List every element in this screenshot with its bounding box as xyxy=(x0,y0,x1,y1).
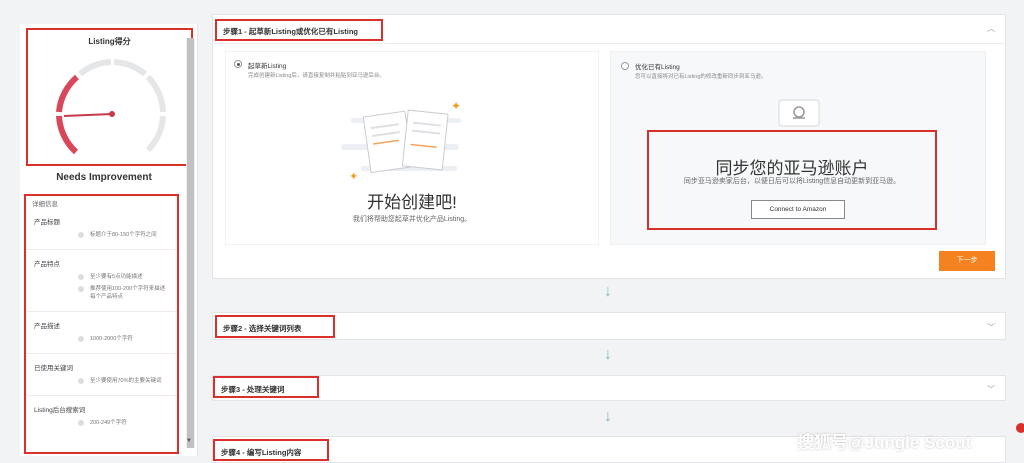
status-dot-icon xyxy=(78,232,84,238)
gauge-segment xyxy=(145,74,166,113)
sidebar-scrollbar-thumb[interactable] xyxy=(187,38,194,448)
arrow-down-icon: ↓ xyxy=(604,408,612,425)
listing-score-sidebar: Listing得分 Needs Improvement 详细信息 产品标题 标题… xyxy=(20,24,198,456)
score-title: Listing得分 xyxy=(88,37,131,46)
step-3-header[interactable]: 步骤3 - 处理关键词 xyxy=(213,376,319,398)
option-new-subtitle: 完成创建新Listing后，请直接复制并粘贴到亚马逊后台。 xyxy=(248,73,385,79)
details-heading: 详细信息 xyxy=(32,201,58,208)
step-2-label: 步骤2 - 选择关键词列表 xyxy=(223,324,302,333)
criterion-item: 标题介于80-150个字符之间 xyxy=(78,231,177,239)
scroll-down-arrow-icon[interactable]: ▼ xyxy=(186,438,192,444)
score-panel: Listing得分 xyxy=(26,28,193,166)
arrow-down-icon: ↓ xyxy=(604,346,612,363)
svg-text:✦: ✦ xyxy=(451,99,461,113)
criterion-item: 200-249个字符 xyxy=(78,419,177,427)
status-dot-icon xyxy=(78,420,84,426)
section-title: Listing后台搜索词 xyxy=(34,407,86,414)
svg-text:✦: ✦ xyxy=(349,171,358,183)
option-new-description: 我们将帮助您起草并优化产品Listing。 xyxy=(352,216,472,223)
criteria-section: 已使用关键词 至少要使用70%的主要关键词 xyxy=(26,354,177,396)
criteria-section: 产品标题 标题介于80-150个字符之间 xyxy=(26,208,177,250)
gauge-segment xyxy=(113,59,147,77)
step-3-label: 步骤3 - 处理关键词 xyxy=(221,385,285,394)
section-title: 产品特点 xyxy=(34,261,60,268)
radio-new-listing[interactable] xyxy=(234,60,242,68)
watermark-text: 搜狐号@Jungle Scout xyxy=(797,433,972,452)
gauge-score-segment xyxy=(56,115,79,155)
step-1-header[interactable]: 步骤1 - 起草新Listing或优化已有Listing xyxy=(215,19,383,41)
gauge-pivot xyxy=(109,111,115,117)
arrow-down-icon: ↓ xyxy=(604,283,612,300)
criterion-item: 1000-2000个字符 xyxy=(78,335,177,343)
section-title: 已使用关键词 xyxy=(34,365,73,372)
sync-account-icon xyxy=(778,99,820,127)
section-title: 产品标题 xyxy=(34,219,60,226)
chevron-up-icon[interactable]: ︿ xyxy=(987,23,995,34)
step-2-header[interactable]: 步骤2 - 选择关键词列表 xyxy=(215,315,335,338)
step-2-card[interactable]: 步骤2 - 选择关键词列表 ﹀ xyxy=(212,312,1006,340)
criterion-item: 至少要有5点功能描述 xyxy=(78,273,177,281)
criterion-item: 至少要使用70%的主要关键词 xyxy=(78,377,177,385)
score-status: Needs Improvement xyxy=(56,172,152,183)
status-dot-icon xyxy=(78,378,84,384)
option-new-listing[interactable]: 起草新Listing 完成创建新Listing后，请直接复制并粘贴到亚马逊后台。… xyxy=(225,51,599,245)
step-1-label: 步骤1 - 起草新Listing或优化已有Listing xyxy=(223,27,358,36)
step-4-label: 步骤4 - 编写Listing内容 xyxy=(221,448,302,457)
option-new-title: 起草新Listing xyxy=(248,63,287,70)
status-dot-icon xyxy=(78,336,84,342)
chevron-down-icon[interactable]: ﹀ xyxy=(987,322,995,333)
score-details: 详细信息 产品标题 标题介于80-150个字符之间 产品特点 至少要有5点功能描… xyxy=(24,194,179,454)
radio-existing-listing[interactable] xyxy=(621,62,629,70)
gauge-needle xyxy=(63,113,113,117)
status-dot-icon xyxy=(78,274,84,280)
gauge-segment xyxy=(145,115,166,153)
connect-to-amazon-button[interactable]: Connect to Amazon xyxy=(751,200,845,219)
chevron-down-icon[interactable]: ﹀ xyxy=(987,384,995,395)
option-existing-description: 同步亚马逊卖家后台，以便日后可以将Listing信息自动更新到亚马逊。 xyxy=(683,178,901,185)
documents-illustration-icon: ✦ ✦ xyxy=(341,99,461,183)
next-step-button[interactable]: 下一步 xyxy=(939,251,995,271)
criteria-section: Listing后台搜索词 200-249个字符 xyxy=(26,396,177,437)
option-existing-subtitle: 您可以直接将对已有Listing的修改重新同步到亚马逊。 xyxy=(635,74,767,80)
score-gauge xyxy=(56,59,166,155)
criterion-item: 推荐使用100-200个字符来描述每个产品特点 xyxy=(78,285,177,301)
criteria-section: 产品描述 1000-2000个字符 xyxy=(26,312,177,354)
option-new-heading: 开始创建吧! xyxy=(367,193,457,212)
section-title: 产品描述 xyxy=(34,323,60,330)
notification-dot-icon[interactable] xyxy=(1016,423,1024,433)
gauge-segment xyxy=(78,59,112,77)
criteria-section: 产品特点 至少要有5点功能描述 推荐使用100-200个字符来描述每个产品特点 xyxy=(26,250,177,312)
step-1-card: 步骤1 - 起草新Listing或优化已有Listing ︿ 起草新Listin… xyxy=(212,14,1007,279)
option-existing-listing[interactable]: 优化已有Listing 您可以直接将对已有Listing的修改重新同步到亚马逊。… xyxy=(610,51,986,245)
step-4-header[interactable]: 步骤4 - 编写Listing内容 xyxy=(213,439,329,461)
sync-account-panel: 同步您的亚马逊账户 同步亚马逊卖家后台，以便日后可以将Listing信息自动更新… xyxy=(647,130,937,230)
status-dot-icon xyxy=(78,286,84,292)
gauge-score-segment xyxy=(56,74,80,113)
step-3-card[interactable]: 步骤3 - 处理关键词 ﹀ xyxy=(212,375,1006,401)
option-existing-title: 优化已有Listing xyxy=(635,64,680,71)
